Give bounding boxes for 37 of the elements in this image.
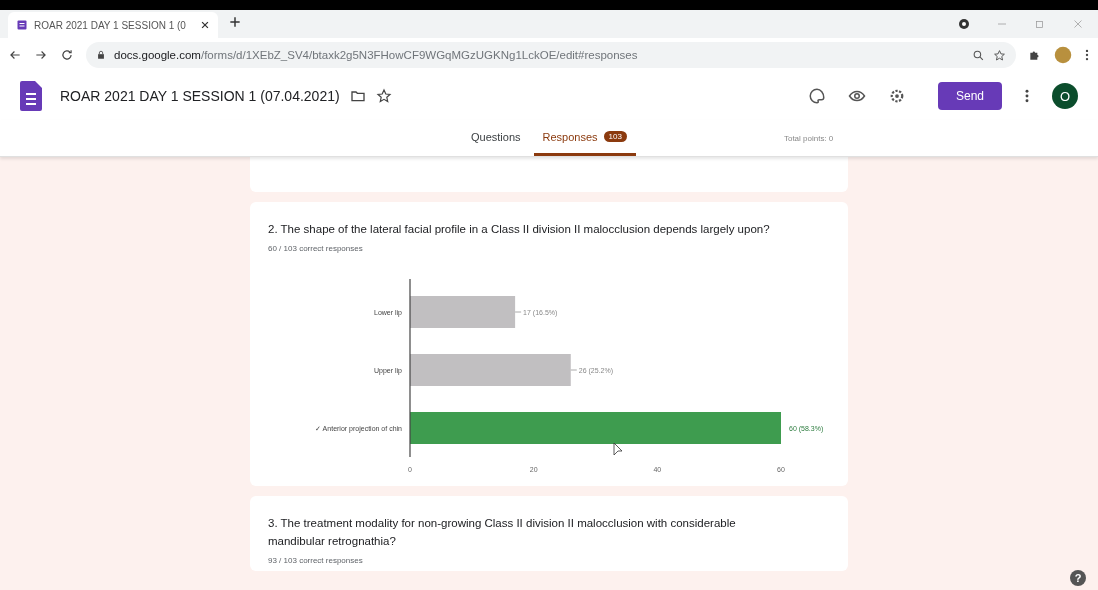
forms-icon	[20, 81, 42, 111]
browser-tab[interactable]: ROAR 2021 DAY 1 SESSION 1 (0	[8, 12, 218, 38]
correct-count: 93 / 103 correct responses	[268, 556, 364, 565]
record-icon[interactable]	[958, 18, 970, 30]
star-icon[interactable]	[993, 48, 1006, 62]
cursor-icon	[613, 442, 623, 456]
more-icon[interactable]	[1024, 88, 1030, 104]
close-icon[interactable]	[200, 20, 210, 30]
forms-icon[interactable]	[16, 19, 28, 31]
profile-avatar-icon[interactable]	[1054, 46, 1072, 64]
tab-title: ROAR 2021 DAY 1 SESSION 1 (0	[34, 19, 187, 31]
url-text: docs.google.com/forms/d/1XEbZ_SV4/btaxk2g5N3FHowCF9WGqMGzUGKNg1LckOE/edit#responses	[114, 49, 638, 61]
question-title: 2. The shape of the lateral facial profile in a Class II division II malocclusion depends largely upon?	[268, 222, 771, 237]
leader-line	[570, 369, 578, 371]
count-badge: 103	[603, 131, 627, 142]
lock-icon	[96, 50, 106, 60]
help-button[interactable]: ?	[1070, 570, 1086, 586]
leader-line	[514, 311, 522, 313]
form-tab[interactable]: Questions	[462, 120, 530, 156]
question-title: 3. The treatment modality for non-growing Class II division II malocclusion with considerable mandibular retrognathia?	[268, 516, 737, 549]
reload-icon[interactable]	[60, 48, 74, 62]
account-avatar[interactable]: O	[1052, 83, 1078, 109]
settings-icon[interactable]	[888, 87, 906, 105]
folder-icon[interactable]	[349, 88, 366, 104]
back-icon[interactable]	[8, 48, 22, 62]
plus-icon[interactable]	[228, 15, 242, 29]
star-icon[interactable]	[375, 88, 392, 104]
form-title: ROAR 2021 DAY 1 SESSION 1 (07.04.2021)	[60, 88, 340, 104]
tab-label: Questions	[471, 130, 521, 143]
more-icon[interactable]	[1084, 48, 1090, 62]
correct-count: 60 / 103 correct responses	[268, 244, 364, 253]
address-bar[interactable]: docs.google.com/forms/d/1XEbZ_SV4/btaxk2g5N3FHowCF9WGqMGzUGKNg1LckOE/edit#responses	[86, 42, 1016, 68]
total-points: Total points: 0	[783, 133, 834, 143]
search-icon[interactable]	[972, 48, 985, 62]
send-button[interactable]: Send	[938, 82, 1002, 110]
palette-icon[interactable]	[808, 87, 826, 105]
tab-label: Responses	[542, 130, 598, 143]
